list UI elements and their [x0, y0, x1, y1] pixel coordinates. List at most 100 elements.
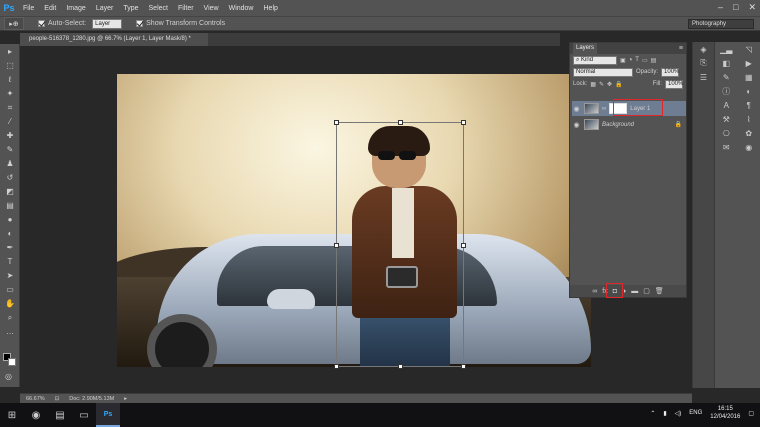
- paths-icon[interactable]: ⌇: [738, 112, 760, 126]
- auto-select-checkbox[interactable]: Auto-Select:: [38, 20, 86, 27]
- menu-filter[interactable]: Filter: [173, 5, 199, 12]
- filter-type-icon[interactable]: T: [635, 57, 639, 63]
- status-share-icon[interactable]: ⊡: [55, 396, 60, 402]
- new-layer-icon[interactable]: ▢: [643, 287, 650, 295]
- history-panel-icon[interactable]: ⎘: [693, 56, 714, 70]
- navigator-icon[interactable]: ◹: [738, 42, 760, 56]
- group-folder-icon[interactable]: ▬: [631, 288, 638, 295]
- pen-tool-icon[interactable]: ✒: [2, 241, 18, 254]
- language-indicator[interactable]: ENG: [689, 410, 702, 416]
- menu-view[interactable]: View: [199, 5, 224, 12]
- layers-panel-icon[interactable]: ◈: [693, 42, 714, 56]
- blur-tool-icon[interactable]: ●: [2, 213, 18, 226]
- history-brush-icon[interactable]: ↺: [2, 171, 18, 184]
- tool-presets-icon[interactable]: ⚒: [715, 112, 738, 126]
- transform-handle[interactable]: [461, 364, 466, 369]
- notepad-icon[interactable]: ▤: [48, 403, 72, 427]
- brush-preset-icon[interactable]: ✎: [715, 70, 738, 84]
- swatches-icon[interactable]: ▦: [738, 70, 760, 84]
- visibility-eye-icon[interactable]: ◉: [572, 121, 581, 129]
- show-transform-controls-checkbox[interactable]: Show Transform Controls: [136, 20, 225, 27]
- menu-select[interactable]: Select: [144, 5, 173, 12]
- transform-handle[interactable]: [334, 364, 339, 369]
- photoshop-taskbar-icon[interactable]: Ps: [96, 403, 120, 427]
- menu-edit[interactable]: Edit: [39, 5, 61, 12]
- opacity-input[interactable]: 100%: [661, 67, 679, 77]
- background-color-swatch[interactable]: [8, 358, 16, 366]
- lock-position-icon[interactable]: ✥: [607, 81, 612, 88]
- chain-link-icon[interactable]: ∞: [602, 106, 606, 112]
- marquee-tool-icon[interactable]: ⬚: [2, 59, 18, 72]
- hand-tool-icon[interactable]: ✋: [2, 297, 18, 310]
- notes-icon[interactable]: ✉: [715, 140, 738, 154]
- document-size[interactable]: Doc: 2.90M/5.13M: [69, 396, 114, 402]
- type-tool-icon[interactable]: T: [2, 255, 18, 268]
- windows-start-icon[interactable]: ⊞: [0, 403, 24, 427]
- quick-mask-icon[interactable]: ◎: [5, 372, 12, 381]
- delete-layer-icon[interactable]: 🗑: [655, 287, 664, 295]
- stamp-tool-icon[interactable]: ♟: [2, 157, 18, 170]
- filter-pixel-icon[interactable]: ▣: [620, 57, 626, 64]
- zoom-tool-icon[interactable]: ⌕: [2, 311, 18, 324]
- play-icon[interactable]: ▶: [738, 56, 760, 70]
- lock-paint-icon[interactable]: ✎: [599, 81, 604, 88]
- network-icon[interactable]: ▮: [663, 410, 666, 417]
- transform-bounding-box[interactable]: [334, 120, 466, 369]
- tool-preset-picker[interactable]: ▸⊕: [4, 17, 24, 30]
- volume-icon[interactable]: ◁): [675, 410, 682, 417]
- lasso-tool-icon[interactable]: ℓ: [2, 73, 18, 86]
- fill-input[interactable]: 100%: [665, 79, 683, 89]
- gradient-tool-icon[interactable]: ▤: [2, 199, 18, 212]
- properties-panel-icon[interactable]: ☰: [693, 70, 714, 84]
- panel-menu-icon[interactable]: ≡: [679, 45, 683, 52]
- document-tab[interactable]: people-516378_1280.jpg @ 66.7% (Layer 1,…: [20, 33, 208, 46]
- link-layers-icon[interactable]: ∞: [592, 288, 597, 295]
- more-tools-icon[interactable]: …: [2, 325, 18, 338]
- menu-file[interactable]: File: [18, 5, 39, 12]
- healing-tool-icon[interactable]: ✚: [2, 129, 18, 142]
- styles-icon[interactable]: ✿: [738, 126, 760, 140]
- zoom-level[interactable]: 66.67%: [26, 396, 45, 402]
- layer-filter-kind-dropdown[interactable]: ⌕ Kind: [573, 55, 617, 65]
- brush-tool-icon[interactable]: ✎: [2, 143, 18, 156]
- menu-type[interactable]: Type: [118, 5, 143, 12]
- auto-select-target-dropdown[interactable]: Layer: [92, 18, 123, 29]
- filter-shape-icon[interactable]: ▭: [642, 57, 648, 64]
- notifications-icon[interactable]: ▢: [748, 410, 754, 417]
- layers-tab[interactable]: Layers: [573, 43, 598, 54]
- file-explorer-icon[interactable]: ▭: [72, 403, 96, 427]
- layer-row-background[interactable]: ◉ Background 🔒: [572, 117, 686, 132]
- menu-help[interactable]: Help: [259, 5, 283, 12]
- filter-smart-icon[interactable]: ▤: [651, 57, 657, 64]
- workspace-dropdown[interactable]: Photography: [688, 19, 754, 29]
- chrome-icon[interactable]: ◉: [24, 403, 48, 427]
- transform-handle[interactable]: [461, 120, 466, 125]
- eraser-tool-icon[interactable]: ◩: [2, 185, 18, 198]
- lock-all-icon[interactable]: 🔒: [615, 81, 622, 88]
- quick-select-tool-icon[interactable]: ✦: [2, 87, 18, 100]
- visibility-eye-icon[interactable]: ◉: [572, 105, 581, 113]
- lock-pixels-icon[interactable]: ▦: [590, 81, 596, 88]
- status-menu-arrow-icon[interactable]: ▸: [124, 396, 127, 402]
- color-icon[interactable]: ◧: [715, 56, 738, 70]
- transform-handle[interactable]: [334, 243, 339, 248]
- transform-handle[interactable]: [461, 243, 466, 248]
- eyedropper-tool-icon[interactable]: ⁄: [2, 115, 18, 128]
- crop-tool-icon[interactable]: ⌗: [2, 101, 18, 114]
- clone-source-icon[interactable]: ⎔: [715, 126, 738, 140]
- adjustments-icon[interactable]: ◐: [738, 84, 760, 98]
- dodge-tool-icon[interactable]: ◐: [2, 227, 18, 240]
- menu-layer[interactable]: Layer: [91, 5, 119, 12]
- move-tool-icon[interactable]: ▸: [2, 45, 18, 58]
- maximize-button[interactable]: □: [733, 2, 738, 13]
- transform-handle[interactable]: [334, 120, 339, 125]
- menu-image[interactable]: Image: [61, 5, 90, 12]
- filter-adjust-icon[interactable]: ◑: [629, 57, 633, 63]
- clock[interactable]: 16:15 12/04/2016: [710, 405, 740, 421]
- paragraph-icon[interactable]: ¶: [738, 98, 760, 112]
- shape-tool-icon[interactable]: ▭: [2, 283, 18, 296]
- minimize-button[interactable]: –: [718, 2, 723, 13]
- blend-mode-dropdown[interactable]: Normal: [573, 67, 633, 77]
- actions-icon[interactable]: ◉: [738, 140, 760, 154]
- transform-handle[interactable]: [398, 364, 403, 369]
